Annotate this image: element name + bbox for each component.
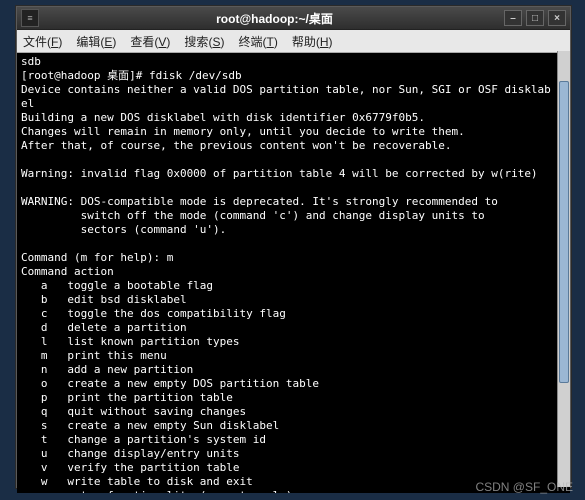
titlebar[interactable]: ≡ root@hadoop:~/桌面 – □ ×: [17, 7, 570, 30]
app-icon: ≡: [21, 9, 39, 27]
scrollbar-thumb[interactable]: [559, 81, 569, 383]
terminal-output[interactable]: sdb [root@hadoop 桌面]# fdisk /dev/sdb Dev…: [17, 53, 570, 493]
terminal-window: ≡ root@hadoop:~/桌面 – □ × 文件(F) 编辑(E) 查看(…: [16, 6, 571, 488]
menu-file[interactable]: 文件(F): [23, 33, 62, 50]
menu-help[interactable]: 帮助(H): [292, 33, 333, 50]
menu-edit[interactable]: 编辑(E): [76, 33, 116, 50]
menu-terminal[interactable]: 终端(T): [238, 33, 277, 50]
watermark: CSDN @SF_ONE: [475, 480, 573, 494]
menu-view[interactable]: 查看(V): [130, 33, 170, 50]
scrollbar[interactable]: [557, 51, 570, 487]
menubar: 文件(F) 编辑(E) 查看(V) 搜索(S) 终端(T) 帮助(H): [17, 30, 570, 53]
window-buttons: – □ ×: [504, 10, 566, 26]
window-title: root@hadoop:~/桌面: [45, 10, 504, 27]
minimize-button[interactable]: –: [504, 10, 522, 26]
menu-search[interactable]: 搜索(S): [184, 33, 224, 50]
maximize-button[interactable]: □: [526, 10, 544, 26]
terminal-text: sdb [root@hadoop 桌面]# fdisk /dev/sdb Dev…: [21, 55, 551, 493]
close-button[interactable]: ×: [548, 10, 566, 26]
